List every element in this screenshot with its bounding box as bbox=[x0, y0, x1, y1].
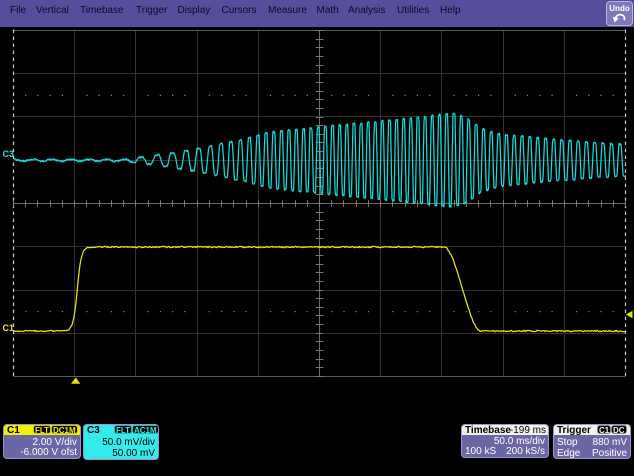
svg-text:C1: C1 bbox=[3, 323, 15, 333]
svg-text:C3: C3 bbox=[3, 149, 15, 159]
